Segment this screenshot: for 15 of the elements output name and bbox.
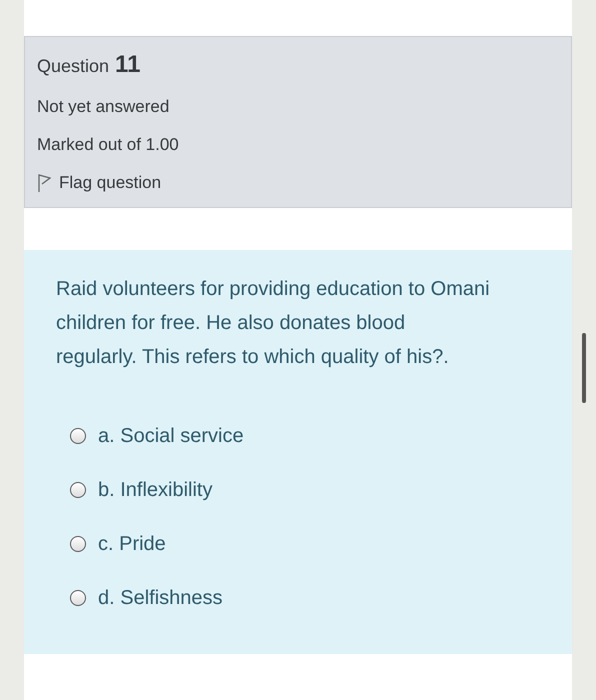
answer-option[interactable]: c. Pride — [70, 528, 540, 560]
answer-status: Not yet answered — [37, 97, 170, 117]
scrollbar[interactable] — [582, 333, 586, 403]
answer-option[interactable]: a. Social service — [70, 420, 540, 452]
answer-option[interactable]: b. Inflexibility — [70, 474, 540, 506]
question-label: Question — [37, 56, 110, 77]
marks-text: Marked out of 1.00 — [37, 135, 180, 155]
flag-question-link[interactable]: Flag question — [37, 173, 559, 193]
radio-button[interactable] — [70, 482, 86, 498]
question-number: 11 — [115, 51, 140, 79]
radio-button[interactable] — [70, 590, 86, 606]
radio-button[interactable] — [70, 536, 86, 552]
question-text: Raid volunteers for providing education to Omani children for free. He also donates blood regularly. This refers to which quality of his?. — [56, 277, 491, 370]
radio-button[interactable] — [70, 428, 86, 444]
answer-option[interactable]: d. Selfishness — [70, 582, 540, 614]
